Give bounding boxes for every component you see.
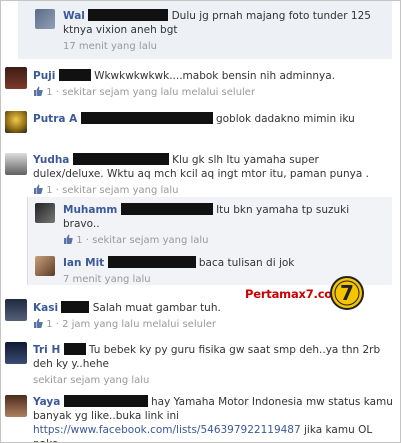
comment-timestamp[interactable]: sekitar sejam yang lalu [33,374,393,388]
comment-text-continued: banyak yg like..buka link ini [33,410,180,422]
comment-text: goblok dadakno mimin iku [215,113,355,125]
avatar[interactable] [35,9,55,29]
commenter-name[interactable]: Kasi [33,302,58,314]
like-icon[interactable] [33,184,43,194]
redacted-name [107,256,196,268]
like-count[interactable]: 1 [46,185,52,196]
avatar[interactable] [5,299,27,321]
comment-timestamp[interactable]: · sekitar sejam yang lalu [56,185,179,196]
redacted-name [63,395,148,407]
like-icon[interactable] [33,318,43,328]
avatar[interactable] [35,203,55,223]
commenter-name[interactable]: Muhamm [63,204,117,216]
like-count[interactable]: 1 [76,235,82,246]
avatar[interactable] [35,256,55,276]
redacted-name [58,69,91,81]
avatar[interactable] [5,153,27,175]
comment-text: hay Yamaha Motor Indonesia mw status kam… [151,396,393,408]
like-count[interactable]: 1 [46,87,52,98]
commenter-name[interactable]: Yaya [33,396,60,408]
comment-timestamp[interactable]: · sekitar sejam yang lalu [86,235,209,246]
commenter-name[interactable]: Ian Mit [63,257,104,269]
commenter-name[interactable]: Puji [33,70,55,82]
comment-text: Salah muat gambar tuh. [92,302,221,314]
watermark-badge-text: 7 [340,281,354,305]
comment-timestamp[interactable]: · sekitar sejam yang lalu melalui selule… [56,87,255,98]
like-icon[interactable] [33,86,43,96]
commenter-name[interactable]: Tri H [33,344,60,356]
redacted-name [120,203,213,215]
redacted-name [80,112,213,124]
redacted-name [72,153,169,165]
like-icon[interactable] [63,234,73,244]
redacted-name [88,9,169,21]
redacted-name [63,343,86,355]
comment-text-continued: bravo.. [63,218,100,230]
commenter-name[interactable]: Wal [63,10,85,22]
comment-timestamp[interactable]: · 2 jam yang lalu melalui seluler [56,319,216,330]
comment-text: Tu bebek ky py guru fisika gw saat smp d… [88,344,381,356]
comment-text: Wkwkwkwkwk....mabok bensin nih adminnya. [94,70,335,82]
comment-text: Klu gk slh Itu yamaha super [172,154,319,166]
watermark: Pertamax7.com 7 [245,269,367,325]
watermark-logo-icon: 7 [330,276,364,310]
avatar[interactable] [5,395,27,417]
commenter-name[interactable]: Putra A [33,113,77,125]
comment-text: Itu bkn yamaha tp suzuki [216,204,350,216]
commenter-name[interactable]: Yudha [33,154,69,166]
avatar[interactable] [5,67,27,89]
comment-text-continued: dulex/deluxe. Wktu aq mch kcil aq ingt m… [33,168,369,180]
avatar[interactable] [5,111,27,133]
comment-link[interactable]: https://www.facebook.com/lists/546397922… [33,424,301,436]
comment-timestamp[interactable]: 17 menit yang lalu [63,40,383,54]
like-count[interactable]: 1 [46,319,52,330]
avatar[interactable] [5,342,27,364]
redacted-name [61,301,90,313]
comment-text-continued: deh ky y..hehe [33,358,109,370]
comment-feed: Wal Dulu jg prnah majang foto tunder 125… [0,0,401,443]
comment-text: baca tulisan di jok [198,257,295,269]
